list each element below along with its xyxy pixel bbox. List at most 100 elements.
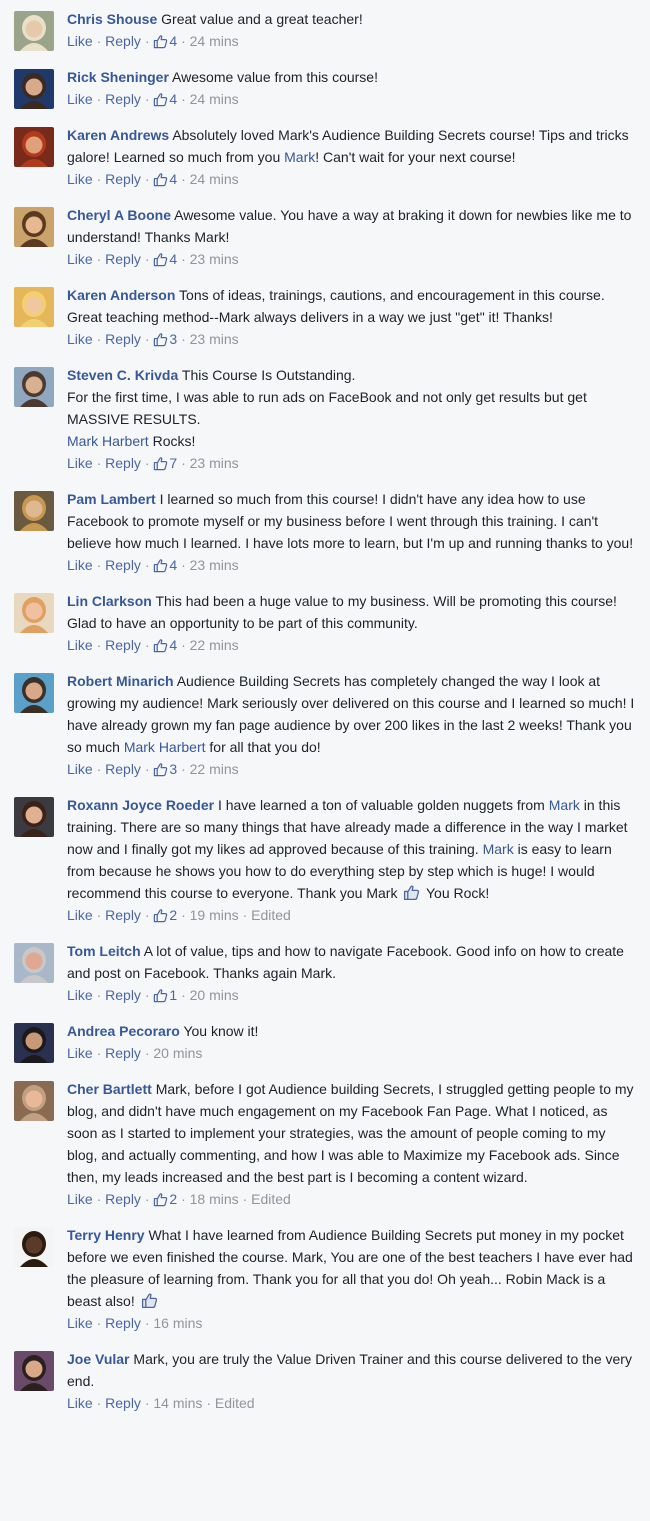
like-count[interactable]: 4 <box>153 171 177 187</box>
reply-link[interactable]: Reply <box>105 557 141 573</box>
avatar[interactable] <box>14 797 54 837</box>
like-link[interactable]: Like <box>67 171 93 187</box>
comment-author[interactable]: Pam Lambert <box>67 491 156 507</box>
like-link[interactable]: Like <box>67 1191 93 1207</box>
reply-link[interactable]: Reply <box>105 907 141 923</box>
avatar[interactable] <box>14 1227 54 1267</box>
avatar[interactable] <box>14 69 54 109</box>
comment-author[interactable]: Tom Leitch <box>67 943 141 959</box>
like-count[interactable]: 4 <box>153 91 177 107</box>
avatar-photo <box>14 127 54 167</box>
comment-body: Terry Henry What I have learned from Aud… <box>67 1224 636 1312</box>
reply-link[interactable]: Reply <box>105 171 141 187</box>
like-count[interactable]: 2 <box>153 1191 177 1207</box>
avatar[interactable] <box>14 127 54 167</box>
avatar[interactable] <box>14 673 54 713</box>
comment-author[interactable]: Terry Henry <box>67 1227 145 1243</box>
like-link[interactable]: Like <box>67 907 93 923</box>
timestamp[interactable]: 23 mins <box>190 331 239 347</box>
edited-label[interactable]: Edited <box>251 907 291 923</box>
mention-link[interactable]: Mark <box>483 841 514 857</box>
reply-link[interactable]: Reply <box>105 91 141 107</box>
like-link[interactable]: Like <box>67 455 93 471</box>
reply-link[interactable]: Reply <box>105 761 141 777</box>
comment-author[interactable]: Cheryl A Boone <box>67 207 171 223</box>
reply-link[interactable]: Reply <box>105 1045 141 1061</box>
avatar[interactable] <box>14 367 54 407</box>
avatar[interactable] <box>14 593 54 633</box>
timestamp[interactable]: 20 mins <box>190 987 239 1003</box>
timestamp[interactable]: 19 mins <box>190 907 239 923</box>
comment-author[interactable]: Steven C. Krivda <box>67 367 178 383</box>
avatar[interactable] <box>14 491 54 531</box>
like-count[interactable]: 3 <box>153 761 177 777</box>
like-link[interactable]: Like <box>67 637 93 653</box>
timestamp[interactable]: 18 mins <box>190 1191 239 1207</box>
mention-link[interactable]: Mark <box>284 149 315 165</box>
avatar[interactable] <box>14 1351 54 1391</box>
edited-label[interactable]: Edited <box>251 1191 291 1207</box>
reply-link[interactable]: Reply <box>105 637 141 653</box>
comment-author[interactable]: Lin Clarkson <box>67 593 152 609</box>
reply-link[interactable]: Reply <box>105 1191 141 1207</box>
like-link[interactable]: Like <box>67 987 93 1003</box>
avatar[interactable] <box>14 11 54 51</box>
comment-author[interactable]: Chris Shouse <box>67 11 157 27</box>
like-link[interactable]: Like <box>67 557 93 573</box>
mention-link[interactable]: Mark Harbert <box>124 739 206 755</box>
comment-author[interactable]: Joe Vular <box>67 1351 130 1367</box>
comment-author[interactable]: Robert Minarich <box>67 673 174 689</box>
avatar[interactable] <box>14 943 54 983</box>
reply-link[interactable]: Reply <box>105 987 141 1003</box>
timestamp[interactable]: 23 mins <box>190 251 239 267</box>
reply-link[interactable]: Reply <box>105 455 141 471</box>
like-link[interactable]: Like <box>67 1395 93 1411</box>
timestamp[interactable]: 24 mins <box>190 171 239 187</box>
comment-author[interactable]: Karen Andrews <box>67 127 169 143</box>
comment-author[interactable]: Karen Anderson <box>67 287 175 303</box>
edited-label[interactable]: Edited <box>215 1395 255 1411</box>
like-link[interactable]: Like <box>67 1045 93 1061</box>
comment-text-segment: for all that you do! <box>205 739 321 755</box>
timestamp[interactable]: 16 mins <box>153 1315 202 1331</box>
reply-link[interactable]: Reply <box>105 1315 141 1331</box>
comment-author[interactable]: Cher Bartlett <box>67 1081 152 1097</box>
like-count[interactable]: 4 <box>153 33 177 49</box>
like-count[interactable]: 4 <box>153 251 177 267</box>
reply-link[interactable]: Reply <box>105 33 141 49</box>
mention-link[interactable]: Mark <box>549 797 580 813</box>
separator: · <box>144 637 150 653</box>
like-count[interactable]: 3 <box>153 331 177 347</box>
timestamp[interactable]: 20 mins <box>153 1045 202 1061</box>
timestamp[interactable]: 22 mins <box>190 761 239 777</box>
timestamp[interactable]: 23 mins <box>190 557 239 573</box>
like-link[interactable]: Like <box>67 331 93 347</box>
like-count[interactable]: 4 <box>153 557 177 573</box>
like-count[interactable]: 4 <box>153 637 177 653</box>
like-count[interactable]: 7 <box>153 455 177 471</box>
like-count[interactable]: 2 <box>153 907 177 923</box>
thumbs-up-icon <box>154 93 168 107</box>
timestamp[interactable]: 23 mins <box>190 455 239 471</box>
comment-author[interactable]: Roxann Joyce Roeder <box>67 797 214 813</box>
reply-link[interactable]: Reply <box>105 1395 141 1411</box>
timestamp[interactable]: 14 mins <box>153 1395 202 1411</box>
like-link[interactable]: Like <box>67 251 93 267</box>
reply-link[interactable]: Reply <box>105 331 141 347</box>
mention-link[interactable]: Mark Harbert <box>67 433 149 449</box>
reply-link[interactable]: Reply <box>105 251 141 267</box>
timestamp[interactable]: 24 mins <box>190 33 239 49</box>
comment-author[interactable]: Andrea Pecoraro <box>67 1023 180 1039</box>
like-link[interactable]: Like <box>67 33 93 49</box>
avatar[interactable] <box>14 1023 54 1063</box>
like-count[interactable]: 1 <box>153 987 177 1003</box>
timestamp[interactable]: 24 mins <box>190 91 239 107</box>
timestamp[interactable]: 22 mins <box>190 637 239 653</box>
avatar[interactable] <box>14 287 54 327</box>
comment-author[interactable]: Rick Sheninger <box>67 69 169 85</box>
like-link[interactable]: Like <box>67 1315 93 1331</box>
like-link[interactable]: Like <box>67 91 93 107</box>
avatar[interactable] <box>14 1081 54 1121</box>
avatar[interactable] <box>14 207 54 247</box>
like-link[interactable]: Like <box>67 761 93 777</box>
